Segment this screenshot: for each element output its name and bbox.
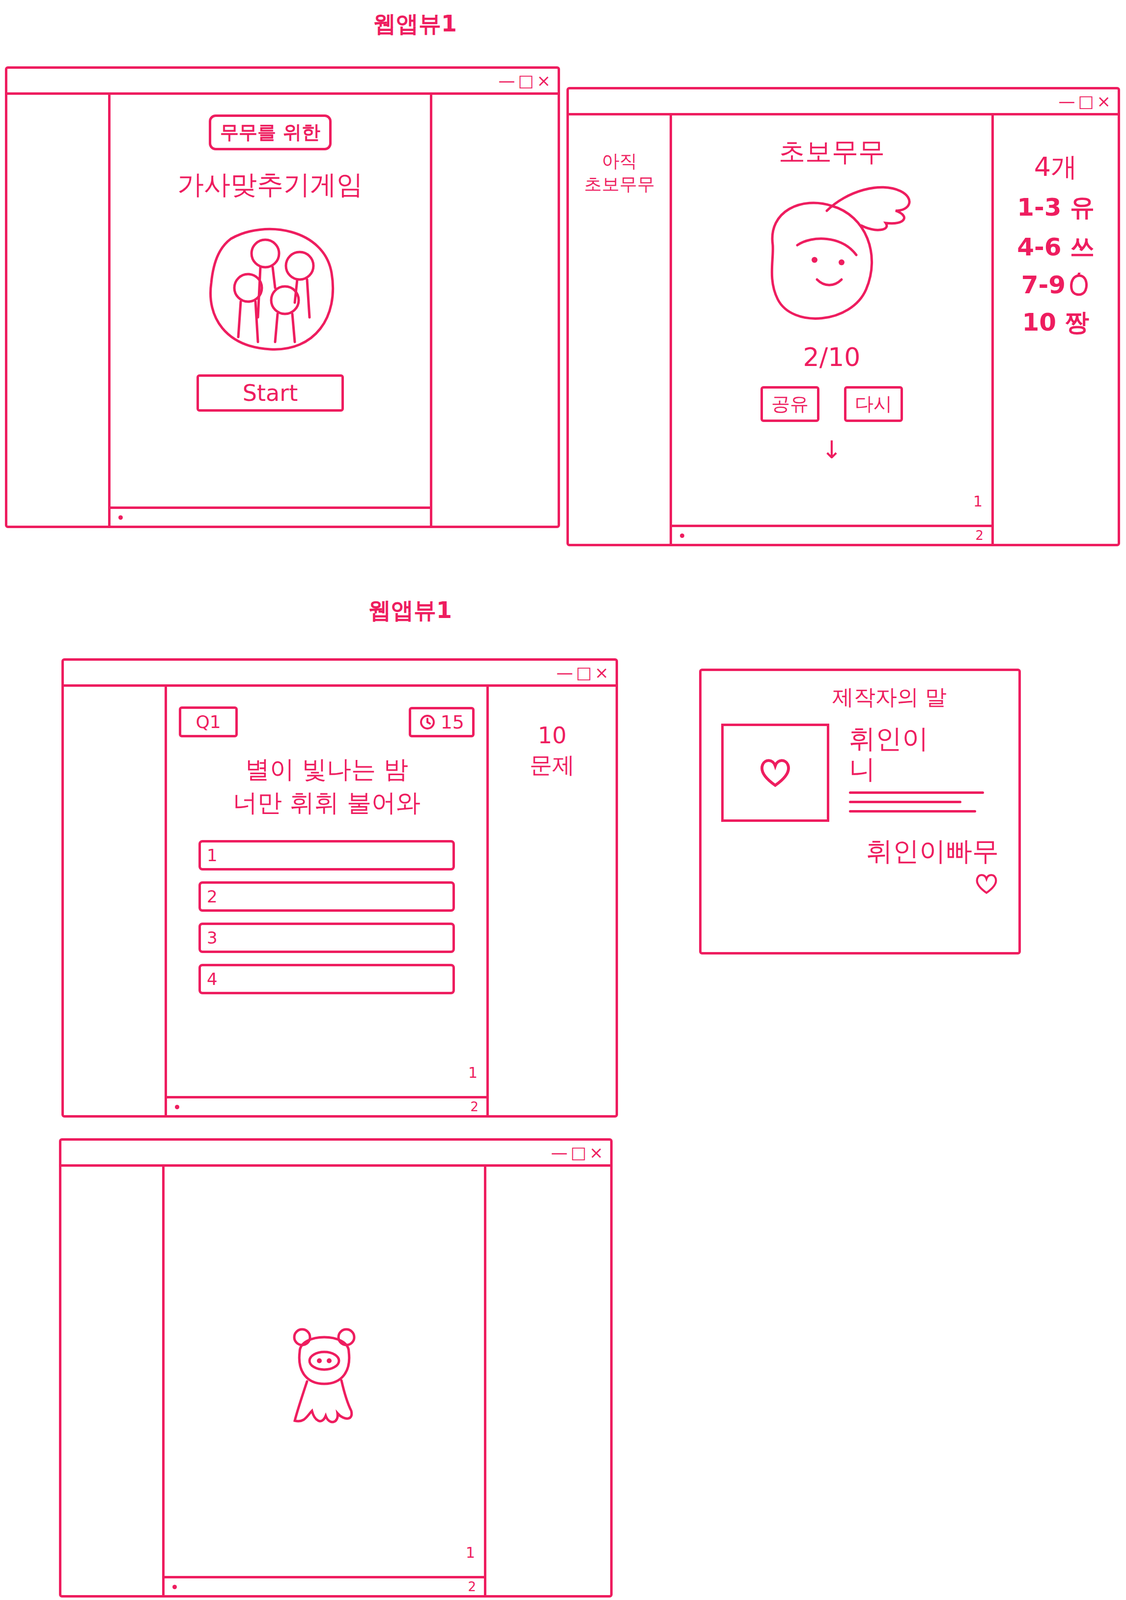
title-bar: —□× — [568, 89, 1118, 116]
window-control[interactable]: — — [550, 1144, 568, 1161]
game-title: 가사맞추기게임 — [177, 168, 364, 202]
question-count-note: 10문제 — [529, 721, 575, 781]
quiz-header: Q1 15 — [178, 706, 475, 738]
right-gutter — [429, 94, 558, 526]
window-control[interactable]: — — [1058, 92, 1075, 110]
start-screen: 무무를 위한가사맞추기게임 Start — [110, 94, 430, 526]
answer-option[interactable]: 4 — [198, 963, 455, 995]
loading-screen: 12 — [164, 1166, 484, 1596]
clock-icon — [419, 713, 436, 731]
section-heading: 웹앱뷰1 — [368, 595, 452, 626]
window-control[interactable]: □ — [570, 1144, 587, 1161]
page-mark: 2 — [467, 1579, 477, 1595]
window-control[interactable]: × — [589, 1144, 604, 1161]
screen-content: 1 — [164, 1166, 484, 1577]
retry-button[interactable]: 다시 — [844, 386, 903, 423]
bottom-bar: 2 — [164, 1576, 484, 1596]
answer-option[interactable]: 1 — [198, 840, 455, 871]
left-gutter — [7, 94, 111, 526]
quiz-screen: Q1 15 별이 빛나는 밤너만 휘휘 불어와 1 2 3 4 1 2 — [167, 686, 487, 1116]
card-row: 휘인이니 — [721, 723, 999, 822]
window-control[interactable]: □ — [517, 72, 534, 89]
left-gutter — [63, 686, 168, 1116]
start-button[interactable]: Start — [196, 374, 344, 412]
result-title: 초보무무 — [778, 135, 885, 169]
dot — [174, 1104, 180, 1110]
window-control[interactable]: × — [594, 664, 610, 681]
scroll-mark: 1 — [468, 1064, 478, 1082]
card-text: 휘인이니 — [848, 723, 999, 822]
right-gutter — [483, 1166, 611, 1596]
subtitle-badge: 무무를 위한 — [208, 114, 332, 151]
creator-name: 휘인이니 — [848, 723, 999, 785]
window-control[interactable]: × — [536, 72, 552, 89]
side-note: 아직 초보무무 — [573, 149, 665, 197]
lyric-question: 별이 빛나는 밤너만 휘휘 불어와 — [232, 753, 421, 820]
text-line — [848, 800, 962, 804]
scroll-mark: 1 — [973, 492, 983, 510]
button-row: 공유 다시 — [760, 386, 903, 423]
dot — [172, 1584, 177, 1590]
result-window: —□×아직 초보무무초보무무2/10공유다시↓124개1-3 유4-6 쓰7-9… — [566, 86, 1121, 547]
heart-icon — [758, 755, 793, 790]
share-button[interactable]: 공유 — [760, 386, 820, 423]
rank-item: 7-9 — [1021, 270, 1091, 300]
scroll-mark: 1 — [465, 1544, 476, 1562]
mascot-icon — [282, 1322, 366, 1431]
window-body: 아직 초보무무 초보무무 2/10 공유 다시↓ 1 2 4개 1-3 유 4-6 쓰 7-9 10 … — [568, 115, 1118, 544]
rank-item: 10 짱 — [1022, 306, 1090, 339]
title-bar: —□× — [7, 68, 558, 95]
card-title: 제작자의 말 — [832, 682, 948, 712]
dot — [118, 515, 123, 520]
result-screen: 초보무무 2/10 공유 다시↓ 1 2 — [672, 115, 992, 544]
right-gutter: 10문제 — [486, 686, 616, 1116]
text-line — [848, 791, 985, 794]
left-gutter: 아직 초보무무 — [568, 115, 673, 544]
page-mark: 2 — [470, 1099, 479, 1115]
bottom-bar: 2 — [672, 524, 992, 544]
question-number: Q1 — [178, 706, 238, 738]
heart-icon — [974, 871, 999, 897]
window-control[interactable]: × — [1097, 92, 1112, 110]
timer: 15 — [408, 706, 475, 738]
signature: 휘인이빠무 — [866, 833, 999, 897]
window-control[interactable]: — — [498, 72, 515, 89]
screen-content: 초보무무 2/10 공유 다시↓ 1 — [672, 115, 992, 525]
title-bar: —□× — [63, 660, 616, 687]
bottom-bar: 2 — [167, 1096, 487, 1116]
section-heading: 웹앱뷰1 — [373, 8, 457, 40]
window-control[interactable]: □ — [575, 664, 592, 681]
start-window: —□× 무무를 위한가사맞추기게임 Start — [4, 66, 561, 529]
score: 2/10 — [803, 341, 861, 374]
window-body: 무무를 위한가사맞추기게임 Start — [7, 94, 558, 526]
screen-content: Q1 15 별이 빛나는 밤너만 휘휘 불어와 1 2 3 4 1 — [167, 686, 487, 1097]
bottom-bar — [110, 506, 430, 526]
left-gutter — [61, 1166, 165, 1596]
group-photo-icon — [201, 219, 339, 357]
title-bar: —□× — [61, 1140, 611, 1167]
scroll-arrow[interactable]: ↓ — [821, 434, 843, 466]
loading-window: —□×12 — [58, 1138, 613, 1598]
wireframe-canvas: 웹앱뷰1—□×무무를 위한가사맞추기게임Start—□×아직 초보무무초보무무2… — [0, 0, 1126, 1600]
window-control[interactable]: — — [556, 664, 573, 681]
text-line — [848, 810, 977, 813]
rank-item: 1-3 유 — [1016, 191, 1095, 225]
photo — [721, 723, 830, 822]
character-face-icon — [733, 181, 930, 329]
answer-option[interactable]: 3 — [198, 922, 455, 954]
window-body: Q1 15 별이 빛나는 밤너만 휘휘 불어와 1 2 3 4 1 2 10문제 — [63, 686, 616, 1116]
rank-badge-icon — [1068, 272, 1091, 298]
rank-item: 4-6 쓰 — [1016, 230, 1095, 264]
dot — [679, 533, 685, 538]
answer-option[interactable]: 2 — [198, 881, 455, 912]
rank-count: 4개 — [1034, 149, 1078, 185]
page-mark: 2 — [975, 528, 984, 543]
rank-notes: 4개 1-3 유 4-6 쓰 7-9 10 짱 — [991, 115, 1118, 544]
screen-content: 무무를 위한가사맞추기게임 Start — [110, 94, 430, 507]
quiz-window: —□× Q1 15 별이 빛나는 밤너만 휘휘 불어와 1 2 3 4 1 2 10문제 — [61, 658, 619, 1118]
window-body: 12 — [61, 1166, 611, 1596]
creator-card: 제작자의 말휘인이니휘인이빠무 — [699, 668, 1021, 955]
window-control[interactable]: □ — [1077, 92, 1094, 110]
